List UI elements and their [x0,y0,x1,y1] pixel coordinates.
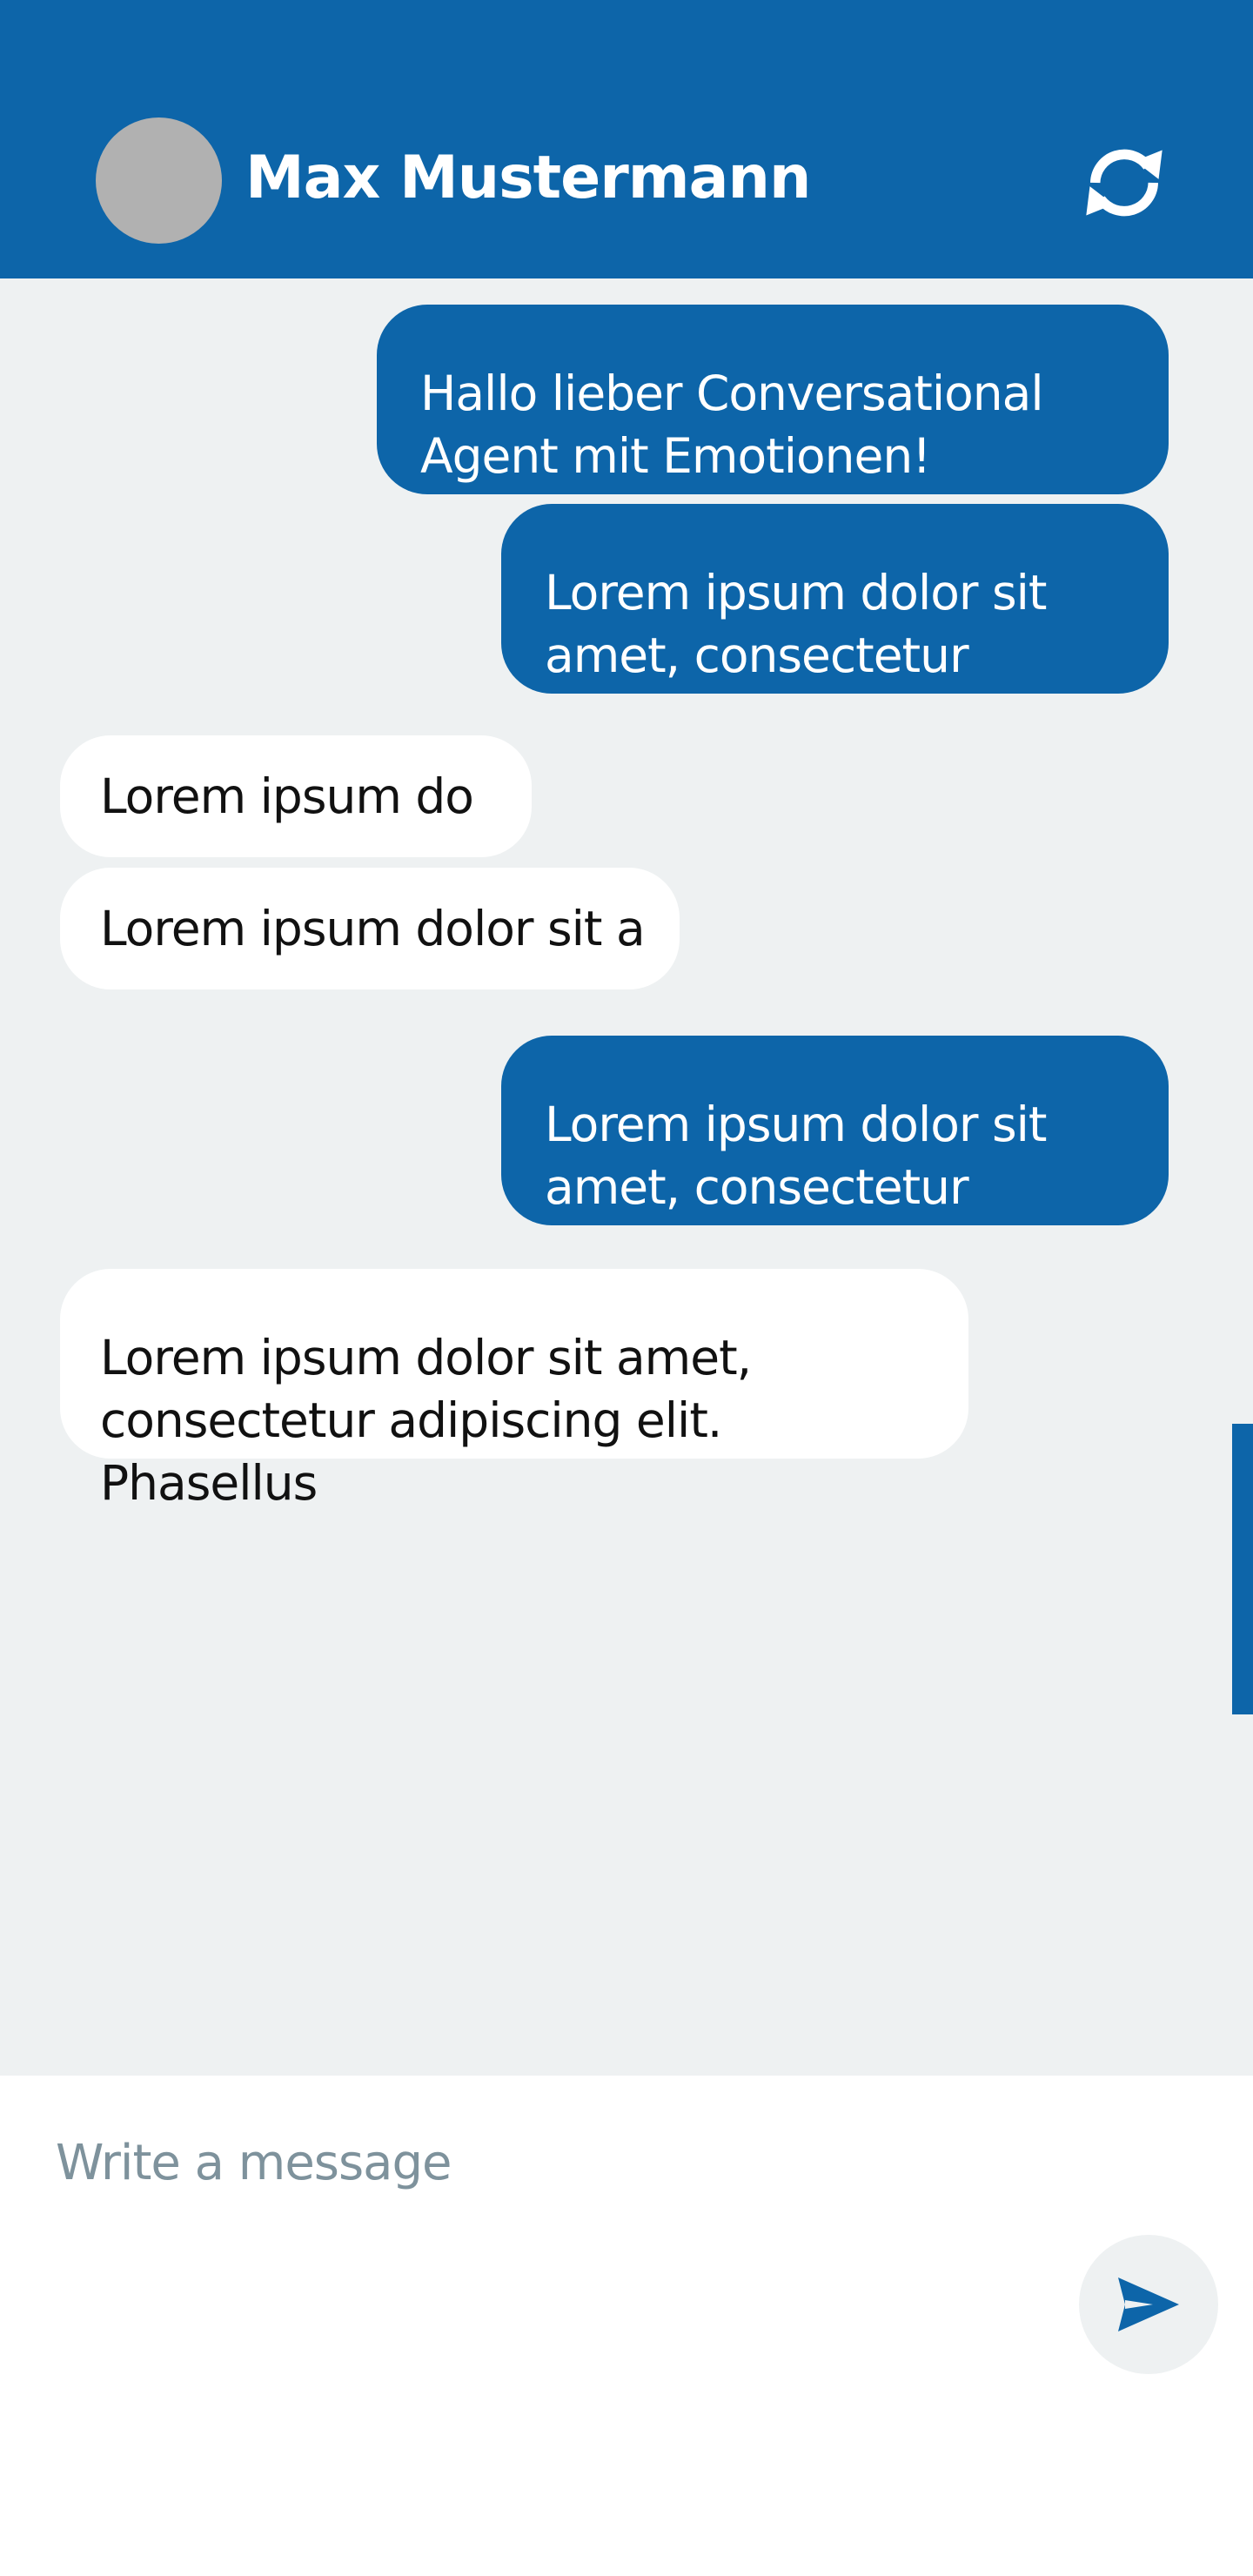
message-text: Lorem ipsum dolor sit amet, consectetur [545,1097,1047,1215]
send-button[interactable] [1079,2235,1218,2374]
message-text: Lorem ipsum do [100,768,474,824]
message-bubble-outgoing: Lorem ipsum dolor sit amet, consectetur [501,1036,1169,1225]
send-icon [1118,2277,1179,2331]
scrollbar-thumb[interactable] [1232,1424,1253,1714]
contact-name: Max Mustermann [245,144,811,212]
message-text: Lorem ipsum dolor sit a [100,901,646,956]
message-bubble-incoming: Lorem ipsum do [60,735,532,857]
message-bubble-incoming: Lorem ipsum dolor sit a [60,868,680,989]
refresh-icon [1086,149,1163,217]
message-bubble-incoming: Lorem ipsum dolor sit amet, consectetur … [60,1269,968,1511]
message-bubble-outgoing: Hallo lieber Conversational Agent mit Em… [377,305,1169,494]
message-list[interactable]: Hallo lieber Conversational Agent mit Em… [0,278,1253,2076]
refresh-button[interactable] [1072,131,1176,235]
message-input[interactable] [56,2119,1013,2206]
message-text: Lorem ipsum dolor sit amet, consectetur … [100,1330,752,1511]
message-text: Lorem ipsum dolor sit amet, consectetur [545,565,1047,683]
chat-header: Max Mustermann [0,0,1253,278]
avatar [96,117,222,244]
message-composer [0,2076,1253,2576]
message-text: Hallo lieber Conversational Agent mit Em… [420,366,1044,484]
message-bubble-outgoing: Lorem ipsum dolor sit amet, consectetur [501,504,1169,694]
